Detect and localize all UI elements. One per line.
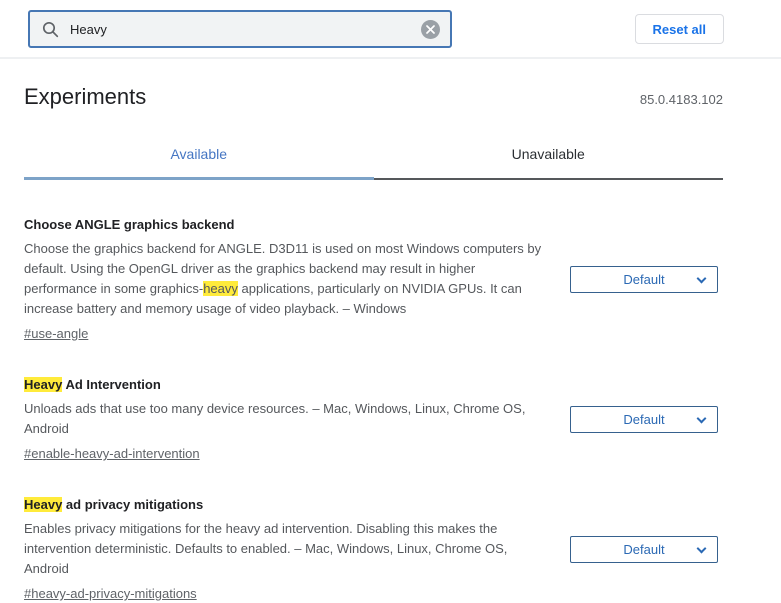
tab-unavailable[interactable]: Unavailable (374, 146, 724, 180)
experiment-select-value: Default (623, 272, 664, 287)
experiment-permalink[interactable]: #enable-heavy-ad-intervention (24, 446, 200, 461)
experiment-row: Heavy ad privacy mitigations Enables pri… (24, 496, 723, 603)
tab-available[interactable]: Available (24, 146, 374, 180)
experiment-title: Heavy ad privacy mitigations (24, 496, 551, 514)
experiment-title: Heavy Ad Intervention (24, 376, 551, 394)
experiment-text-block: Heavy ad privacy mitigations Enables pri… (24, 496, 551, 603)
experiment-text-block: Choose ANGLE graphics backend Choose the… (24, 216, 551, 343)
chevron-down-icon (697, 414, 707, 424)
experiment-row: Heavy Ad Intervention Unloads ads that u… (24, 376, 723, 463)
experiments-list: Choose ANGLE graphics backend Choose the… (24, 216, 723, 603)
tab-strip: Available Unavailable (24, 146, 723, 180)
search-highlight: Heavy (24, 497, 62, 512)
experiment-actions: Default (570, 536, 723, 563)
page-title: Experiments (24, 84, 146, 110)
reset-all-button[interactable]: Reset all (635, 14, 724, 44)
version-label: 85.0.4183.102 (640, 92, 723, 110)
experiment-select[interactable]: Default (570, 536, 718, 563)
title-row: Experiments 85.0.4183.102 (24, 84, 723, 110)
experiment-title: Choose ANGLE graphics backend (24, 216, 551, 234)
experiment-select[interactable]: Default (570, 406, 718, 433)
experiment-actions: Default (570, 406, 723, 433)
search-icon (42, 21, 59, 38)
clear-search-button[interactable] (421, 20, 440, 39)
experiment-row: Choose ANGLE graphics backend Choose the… (24, 216, 723, 343)
experiment-actions: Default (570, 266, 723, 293)
search-box[interactable] (28, 10, 452, 48)
experiment-permalink[interactable]: #use-angle (24, 326, 88, 341)
experiment-select-value: Default (623, 542, 664, 557)
search-input[interactable] (68, 21, 421, 38)
experiment-select[interactable]: Default (570, 266, 718, 293)
experiment-select-value: Default (623, 412, 664, 427)
search-header: Reset all (0, 0, 781, 59)
search-highlight: Heavy (24, 377, 62, 392)
experiment-permalink[interactable]: #heavy-ad-privacy-mitigations (24, 586, 197, 601)
experiments-page: Experiments 85.0.4183.102 Available Unav… (0, 84, 781, 603)
experiment-description: Unloads ads that use too many device res… (24, 399, 551, 439)
experiment-text-block: Heavy Ad Intervention Unloads ads that u… (24, 376, 551, 463)
search-highlight: heavy (203, 281, 238, 296)
chevron-down-icon (697, 544, 707, 554)
experiment-description: Choose the graphics backend for ANGLE. D… (24, 239, 551, 319)
chevron-down-icon (697, 274, 707, 284)
experiment-description: Enables privacy mitigations for the heav… (24, 519, 551, 579)
close-icon (426, 25, 435, 34)
